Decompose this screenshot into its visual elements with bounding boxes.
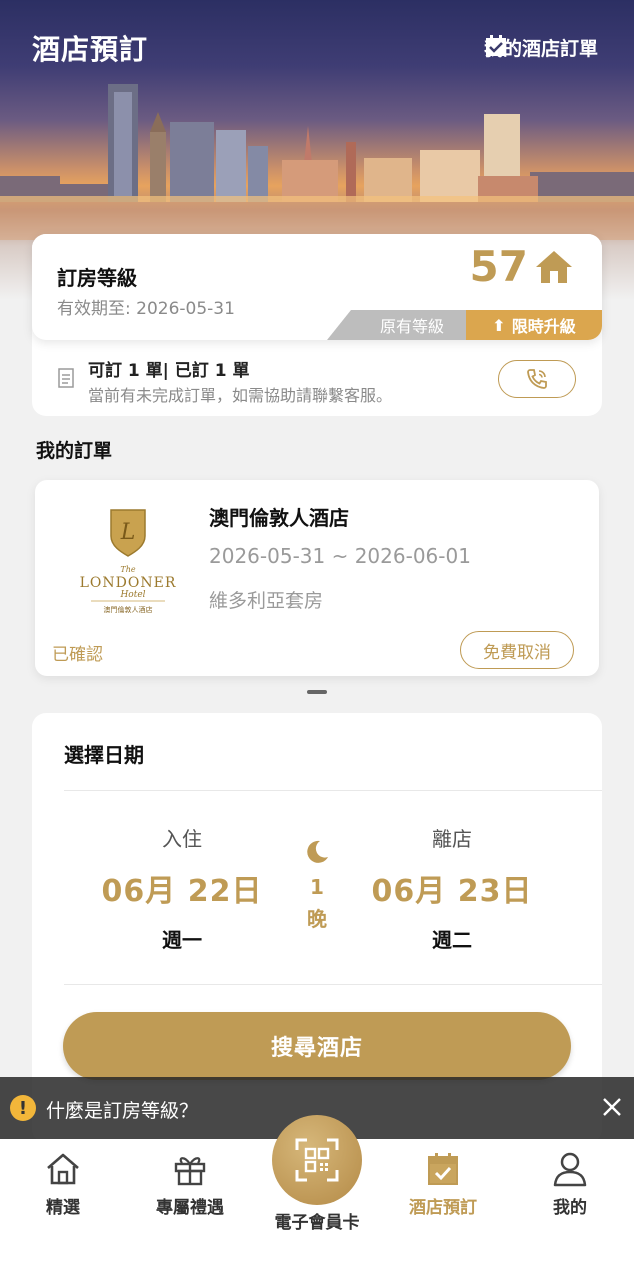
my-hotel-orders-link[interactable]: 我的酒店訂單 xyxy=(484,34,598,61)
gift-icon xyxy=(174,1157,206,1186)
svg-text:L: L xyxy=(120,520,136,545)
tab-gift-label: 專屬禮遇 xyxy=(156,1198,224,1218)
tab-hotel-label: 酒店預訂 xyxy=(409,1198,477,1218)
room-type: 維多利亞套房 xyxy=(209,590,324,612)
tier-level: 57 xyxy=(470,242,574,291)
calendar-check-icon xyxy=(428,1153,458,1185)
my-orders-heading: 我的訂單 xyxy=(36,440,113,462)
checkin-weekday: 週一 xyxy=(162,928,202,952)
tab-hotel-booking[interactable]: 酒店預訂 xyxy=(388,1149,498,1218)
member-card-button[interactable] xyxy=(272,1115,362,1205)
svg-text:LONDONER: LONDONER xyxy=(80,575,177,591)
checkin-date: 06月 22日 xyxy=(101,874,263,909)
tab-me[interactable]: 我的 xyxy=(515,1149,625,1218)
checkin-label: 入住 xyxy=(162,827,202,851)
quota-count: 可訂 1 單| 已訂 1 單 xyxy=(88,361,250,381)
order-status: 已確認 xyxy=(52,645,103,665)
tab-home[interactable]: 精選 xyxy=(8,1149,118,1218)
hotel-name: 澳門倫敦人酒店 xyxy=(209,506,349,530)
svg-text:澳門倫敦人酒店: 澳門倫敦人酒店 xyxy=(104,605,153,614)
checkout-label: 離店 xyxy=(432,827,472,851)
phone-icon xyxy=(527,369,547,389)
close-icon[interactable] xyxy=(598,1093,626,1121)
tier-title: 訂房等級 xyxy=(57,266,137,290)
home-tier-icon xyxy=(536,250,572,283)
nights-count: 1 xyxy=(310,875,324,899)
tab-me-label: 我的 xyxy=(553,1198,587,1218)
nights-unit: 晚 xyxy=(307,907,327,931)
tab-upgrade-label: 限時升級 xyxy=(511,317,576,336)
quota-note: 當前有未完成訂單，如需協助請聯繫客服。 xyxy=(88,386,393,405)
drag-handle[interactable] xyxy=(307,690,327,694)
calendar-check-icon xyxy=(485,35,506,56)
booking-tier-card[interactable]: 訂房等級 有效期至: 2026-05-31 57 原有等級 ⬆ 限時升級 xyxy=(32,234,602,340)
londoner-hotel-logo: L The LONDONER Hotel 澳門倫敦人酒店 xyxy=(80,509,177,614)
divider xyxy=(64,790,602,791)
tab-gift[interactable]: 專屬禮遇 xyxy=(135,1149,245,1218)
member-card-label: 電子會員卡 xyxy=(274,1213,360,1233)
svg-text:Hotel: Hotel xyxy=(119,590,145,600)
checkout-date: 06月 23日 xyxy=(371,874,533,909)
tier-level-number: 57 xyxy=(469,242,528,291)
tab-home-label: 精選 xyxy=(46,1198,80,1218)
arrow-up-icon: ⬆ xyxy=(492,315,506,335)
svg-text:The: The xyxy=(120,565,135,574)
checkout-weekday: 週二 xyxy=(432,928,472,952)
date-section-title: 選擇日期 xyxy=(64,743,144,767)
qr-code-icon xyxy=(295,1138,339,1182)
page-title: 酒店預訂 xyxy=(32,33,149,66)
tab-original-tier[interactable]: 原有等級 xyxy=(327,310,477,340)
divider xyxy=(64,984,602,985)
tab-upgrade-tier[interactable]: ⬆ 限時升級 xyxy=(466,310,602,340)
order-card[interactable]: L The LONDONER Hotel 澳門倫敦人酒店 澳門倫敦人酒店 202… xyxy=(35,480,599,676)
user-icon xyxy=(553,1152,587,1187)
checkin-column[interactable]: 入住 06月 22日 週一 xyxy=(82,823,282,953)
contact-service-button[interactable] xyxy=(498,360,576,398)
tier-valid-until: 有效期至: 2026-05-31 xyxy=(57,299,235,319)
banner-text: 什麼是訂房等級？ xyxy=(46,1100,199,1122)
alert-icon: ! xyxy=(10,1095,36,1121)
document-icon xyxy=(58,368,74,388)
stay-dates: 2026-05-31 ~ 2026-06-01 xyxy=(209,544,471,568)
moon-icon xyxy=(307,840,328,863)
nights-indicator: 1 晚 xyxy=(287,839,347,932)
search-hotel-button[interactable]: 搜尋酒店 xyxy=(63,1012,571,1080)
booking-tier-panel: 訂房等級 有效期至: 2026-05-31 57 原有等級 ⬆ 限時升級 可訂 … xyxy=(32,234,602,416)
home-icon xyxy=(47,1153,79,1185)
free-cancel-button[interactable]: 免費取消 xyxy=(460,631,574,669)
checkout-column[interactable]: 離店 06月 23日 週二 xyxy=(352,823,552,953)
